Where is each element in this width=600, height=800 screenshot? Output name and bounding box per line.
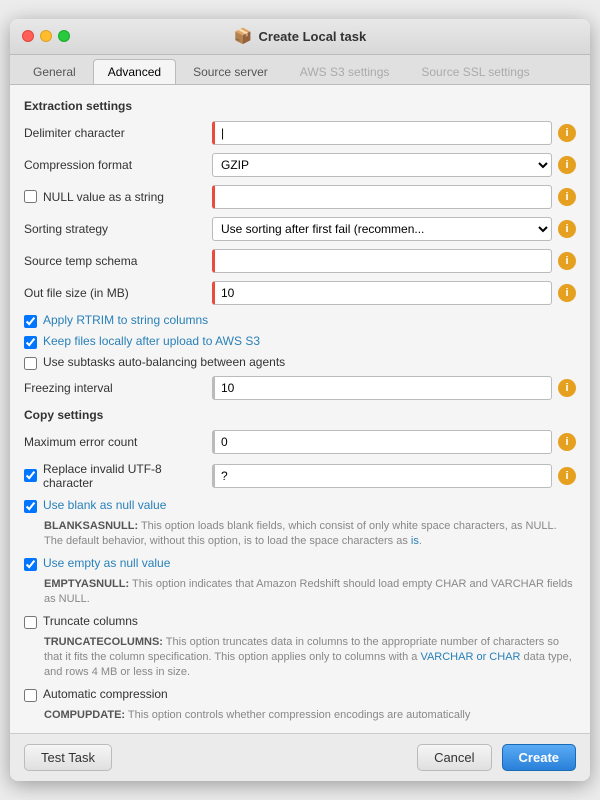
create-button[interactable]: Create [502, 744, 576, 771]
use-subtasks-checkbox[interactable] [24, 357, 37, 370]
traffic-lights [22, 30, 70, 42]
null-value-string-input-field: i [212, 185, 576, 209]
window-title: 📦 Create Local task [234, 27, 366, 45]
out-file-size-label: Out file size (in MB) [24, 286, 204, 300]
replace-invalid-utf8-checkbox[interactable] [24, 469, 37, 482]
freezing-interval-info-icon[interactable]: i [558, 379, 576, 397]
out-file-size-input[interactable] [212, 281, 552, 305]
freezing-interval-input[interactable] [212, 376, 552, 400]
null-value-string-label: NULL value as a string [43, 190, 164, 204]
use-empty-null-block: Use empty as null value EMPTYASNULL: Thi… [24, 556, 576, 608]
tab-source-ssl: Source SSL settings [406, 59, 544, 84]
freezing-interval-label: Freezing interval [24, 381, 204, 395]
automatic-compression-desc: COMPUPDATE: This option controls whether… [44, 708, 576, 723]
source-temp-schema-field: i [212, 249, 576, 273]
use-blank-null-checkbox[interactable] [24, 500, 37, 513]
keep-files-locally-checkbox[interactable] [24, 336, 37, 349]
automatic-compression-checkbox[interactable] [24, 689, 37, 702]
copy-settings-header: Copy settings [24, 408, 576, 422]
use-blank-null-row: Use blank as null value [24, 498, 576, 513]
maximize-button[interactable] [58, 30, 70, 42]
null-value-string-row: NULL value as a string i [24, 185, 576, 209]
sorting-strategy-select[interactable]: Use sorting after first fail (recommen..… [212, 217, 552, 241]
sorting-strategy-row: Sorting strategy Use sorting after first… [24, 217, 576, 241]
create-local-task-window: 📦 Create Local task General Advanced Sou… [10, 19, 590, 781]
test-task-button[interactable]: Test Task [24, 744, 112, 771]
compression-info-icon[interactable]: i [558, 156, 576, 174]
minimize-button[interactable] [40, 30, 52, 42]
replace-invalid-utf8-label: Replace invalid UTF-8 character [43, 462, 204, 490]
null-value-info-icon[interactable]: i [558, 188, 576, 206]
truncate-columns-checkbox[interactable] [24, 616, 37, 629]
close-button[interactable] [22, 30, 34, 42]
use-subtasks-label: Use subtasks auto-balancing between agen… [43, 355, 285, 369]
out-file-size-field: i [212, 281, 576, 305]
truncate-columns-row: Truncate columns [24, 614, 576, 629]
replace-invalid-utf8-info-icon[interactable]: i [558, 467, 576, 485]
use-blank-null-desc: BLANKSASNULL: This option loads blank fi… [44, 519, 576, 550]
truncate-columns-block: Truncate columns TRUNCATECOLUMNS: This o… [24, 614, 576, 681]
footer: Test Task Cancel Create [10, 733, 590, 781]
source-temp-schema-row: Source temp schema i [24, 249, 576, 273]
use-blank-null-label: Use blank as null value [43, 498, 166, 512]
out-file-size-row: Out file size (in MB) i [24, 281, 576, 305]
automatic-compression-block: Automatic compression COMPUPDATE: This o… [24, 687, 576, 723]
sorting-info-icon[interactable]: i [558, 220, 576, 238]
tab-advanced[interactable]: Advanced [93, 59, 176, 84]
null-value-string-field: NULL value as a string [24, 190, 204, 204]
compression-format-label: Compression format [24, 158, 204, 172]
use-empty-null-checkbox[interactable] [24, 558, 37, 571]
replace-invalid-utf8-field: Replace invalid UTF-8 character [24, 462, 204, 490]
sorting-strategy-field: Use sorting after first fail (recommen..… [212, 217, 576, 241]
replace-invalid-utf8-row: Replace invalid UTF-8 character i [24, 462, 576, 490]
delimiter-info-icon[interactable]: i [558, 124, 576, 142]
extraction-settings-header: Extraction settings [24, 99, 576, 113]
max-error-count-row: Maximum error count i [24, 430, 576, 454]
freezing-interval-field: i [212, 376, 576, 400]
tab-general[interactable]: General [18, 59, 91, 84]
use-empty-null-desc: EMPTYASNULL: This option indicates that … [44, 577, 576, 608]
truncate-columns-desc: TRUNCATECOLUMNS: This option truncates d… [44, 635, 576, 681]
replace-invalid-utf8-input-field: i [212, 464, 576, 488]
source-temp-schema-info-icon[interactable]: i [558, 252, 576, 270]
cancel-button[interactable]: Cancel [417, 744, 491, 771]
out-file-size-info-icon[interactable]: i [558, 284, 576, 302]
use-blank-null-block: Use blank as null value BLANKSASNULL: Th… [24, 498, 576, 550]
use-empty-null-label: Use empty as null value [43, 556, 170, 570]
source-temp-schema-label: Source temp schema [24, 254, 204, 268]
max-error-count-label: Maximum error count [24, 435, 204, 449]
automatic-compression-row: Automatic compression [24, 687, 576, 702]
tab-content: Extraction settings Delimiter character … [10, 85, 590, 733]
source-temp-schema-input[interactable] [212, 249, 552, 273]
automatic-compression-label: Automatic compression [43, 687, 168, 701]
delimiter-character-row: Delimiter character i [24, 121, 576, 145]
use-subtasks-row: Use subtasks auto-balancing between agen… [24, 355, 576, 370]
delimiter-character-field: i [212, 121, 576, 145]
null-value-string-checkbox[interactable] [24, 190, 37, 203]
apply-rtrim-row: Apply RTRIM to string columns [24, 313, 576, 328]
compression-format-row: Compression format GZIP LZOP BZIP2 NONE … [24, 153, 576, 177]
truncate-columns-label: Truncate columns [43, 614, 138, 628]
tab-aws-s3: AWS S3 settings [285, 59, 405, 84]
sorting-strategy-label: Sorting strategy [24, 222, 204, 236]
delimiter-character-label: Delimiter character [24, 126, 204, 140]
titlebar: 📦 Create Local task [10, 19, 590, 55]
max-error-count-info-icon[interactable]: i [558, 433, 576, 451]
keep-files-locally-row: Keep files locally after upload to AWS S… [24, 334, 576, 349]
compression-format-field: GZIP LZOP BZIP2 NONE i [212, 153, 576, 177]
freezing-interval-row: Freezing interval i [24, 376, 576, 400]
replace-invalid-utf8-input[interactable] [212, 464, 552, 488]
tab-source-server[interactable]: Source server [178, 59, 283, 84]
keep-files-locally-label: Keep files locally after upload to AWS S… [43, 334, 260, 348]
apply-rtrim-label: Apply RTRIM to string columns [43, 313, 208, 327]
use-empty-null-row: Use empty as null value [24, 556, 576, 571]
compression-format-select[interactable]: GZIP LZOP BZIP2 NONE [212, 153, 552, 177]
delimiter-character-input[interactable] [212, 121, 552, 145]
apply-rtrim-checkbox[interactable] [24, 315, 37, 328]
max-error-count-input[interactable] [212, 430, 552, 454]
max-error-count-field: i [212, 430, 576, 454]
tab-bar: General Advanced Source server AWS S3 se… [10, 55, 590, 85]
window-icon: 📦 [234, 27, 253, 45]
null-value-string-input[interactable] [212, 185, 552, 209]
